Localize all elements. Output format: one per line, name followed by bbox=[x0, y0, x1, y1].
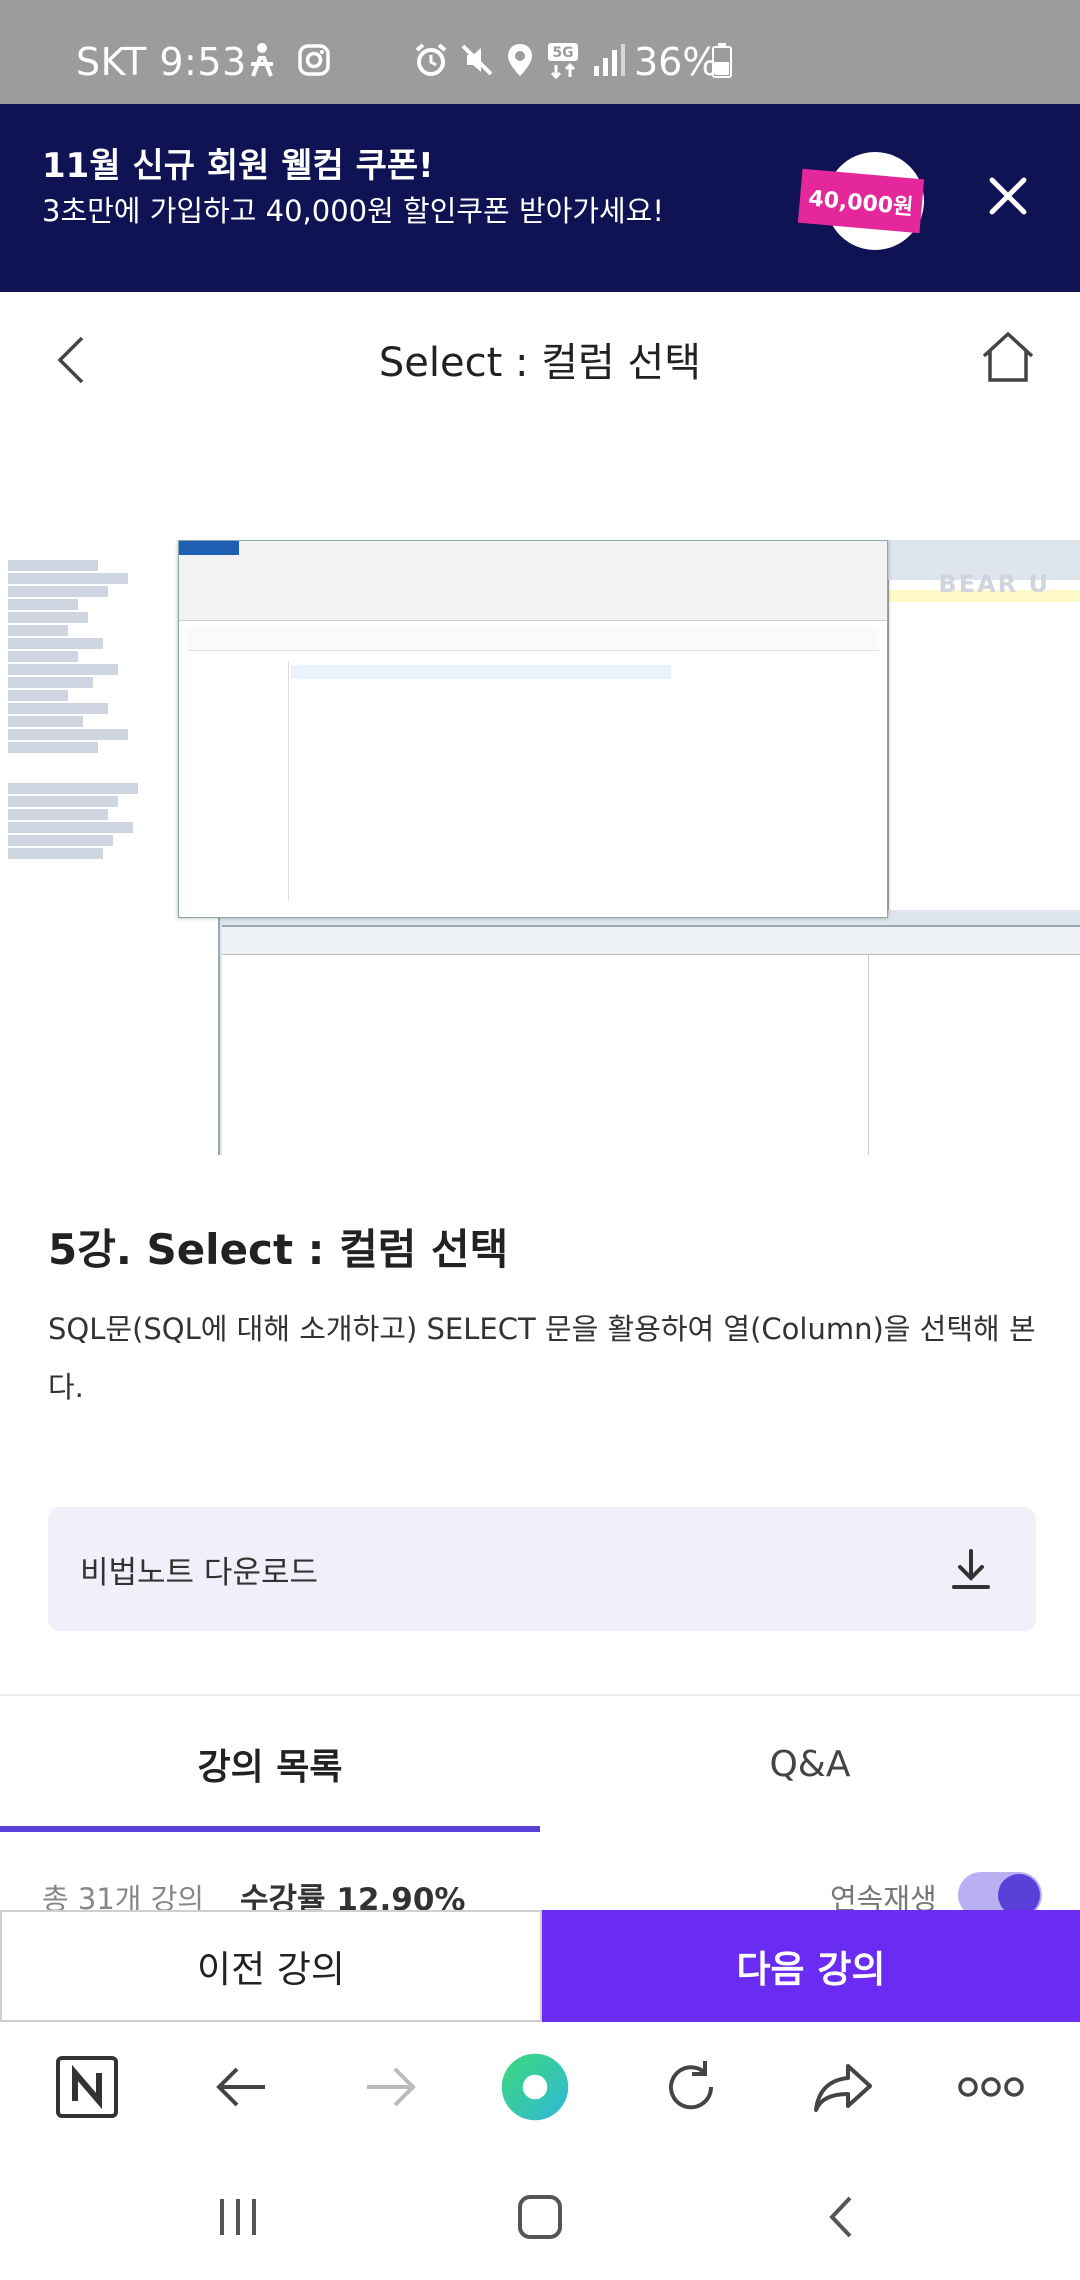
tab-qna[interactable]: Q&A bbox=[540, 1696, 1080, 1832]
previous-lecture-button[interactable]: 이전 강의 bbox=[0, 1910, 542, 2022]
battery-percent: 36% bbox=[634, 40, 719, 84]
carrier-time: SKT 9:53 bbox=[76, 40, 247, 84]
share-icon[interactable] bbox=[808, 2052, 878, 2122]
system-back-icon[interactable] bbox=[812, 2192, 872, 2242]
close-icon[interactable] bbox=[986, 174, 1030, 218]
browser-home-green-icon[interactable] bbox=[500, 2052, 570, 2122]
svg-text:5G: 5G bbox=[552, 45, 573, 61]
accessibility-icon bbox=[244, 42, 280, 78]
battery-icon bbox=[710, 42, 734, 78]
video-watermark: BEAR U bbox=[938, 570, 1050, 598]
home-icon[interactable] bbox=[978, 328, 1038, 384]
network-5g-icon: 5G bbox=[546, 42, 582, 79]
location-icon bbox=[504, 42, 536, 78]
refresh-icon[interactable] bbox=[656, 2052, 726, 2122]
alarm-icon bbox=[412, 42, 450, 78]
video-bottom-pane bbox=[222, 925, 1080, 1155]
promo-title: 11월 신규 회원 웰컴 쿠폰! bbox=[42, 146, 434, 186]
coupon-label: 40,000원 bbox=[797, 168, 925, 234]
naver-icon[interactable] bbox=[52, 2052, 122, 2122]
video-right-pane bbox=[888, 580, 1080, 910]
recent-apps-icon[interactable] bbox=[208, 2192, 268, 2242]
mute-icon bbox=[458, 42, 496, 78]
video-player[interactable]: BEAR U bbox=[0, 540, 1080, 1155]
instagram-icon bbox=[296, 42, 332, 78]
download-note-button[interactable]: 비법노트 다운로드 bbox=[48, 1507, 1036, 1631]
lecture-info-row: 총 31개 강의 수강률 12.90% 연속재생 bbox=[0, 1862, 1080, 1918]
browser-toolbar bbox=[0, 2022, 1080, 2152]
next-lecture-button[interactable]: 다음 강의 bbox=[542, 1910, 1080, 2022]
promo-subtitle: 3초만에 가입하고 40,000원 할인쿠폰 받아가세요! bbox=[42, 194, 664, 228]
promo-banner[interactable]: 11월 신규 회원 웰컴 쿠폰! 3초만에 가입하고 40,000원 할인쿠폰 … bbox=[0, 104, 1080, 292]
browser-forward-icon[interactable] bbox=[356, 2052, 426, 2122]
more-icon[interactable] bbox=[956, 2052, 1026, 2122]
tab-active-indicator bbox=[0, 1826, 540, 1832]
status-bar: SKT 9:53 5G 36% bbox=[0, 0, 1080, 104]
download-note-label: 비법노트 다운로드 bbox=[80, 1555, 319, 1591]
page-title: Select : 컬럼 선택 bbox=[378, 340, 702, 386]
home-button-icon[interactable] bbox=[510, 2192, 570, 2242]
page-header: Select : 컬럼 선택 bbox=[0, 292, 1080, 422]
lecture-title: 5강. Select : 컬럼 선택 bbox=[48, 1225, 509, 1274]
coupon-graphic: 40,000원 bbox=[797, 152, 925, 252]
download-icon bbox=[948, 1547, 994, 1593]
browser-back-icon[interactable] bbox=[206, 2052, 276, 2122]
lecture-description: SQL문(SQL에 대해 소개하고) SELECT 문을 활용하여 열(Colu… bbox=[48, 1312, 1036, 1404]
video-explorer-window bbox=[178, 540, 888, 918]
tab-lecture-list[interactable]: 강의 목록 bbox=[0, 1696, 540, 1832]
signal-icon bbox=[588, 42, 628, 78]
system-nav-bar bbox=[0, 2152, 1080, 2280]
